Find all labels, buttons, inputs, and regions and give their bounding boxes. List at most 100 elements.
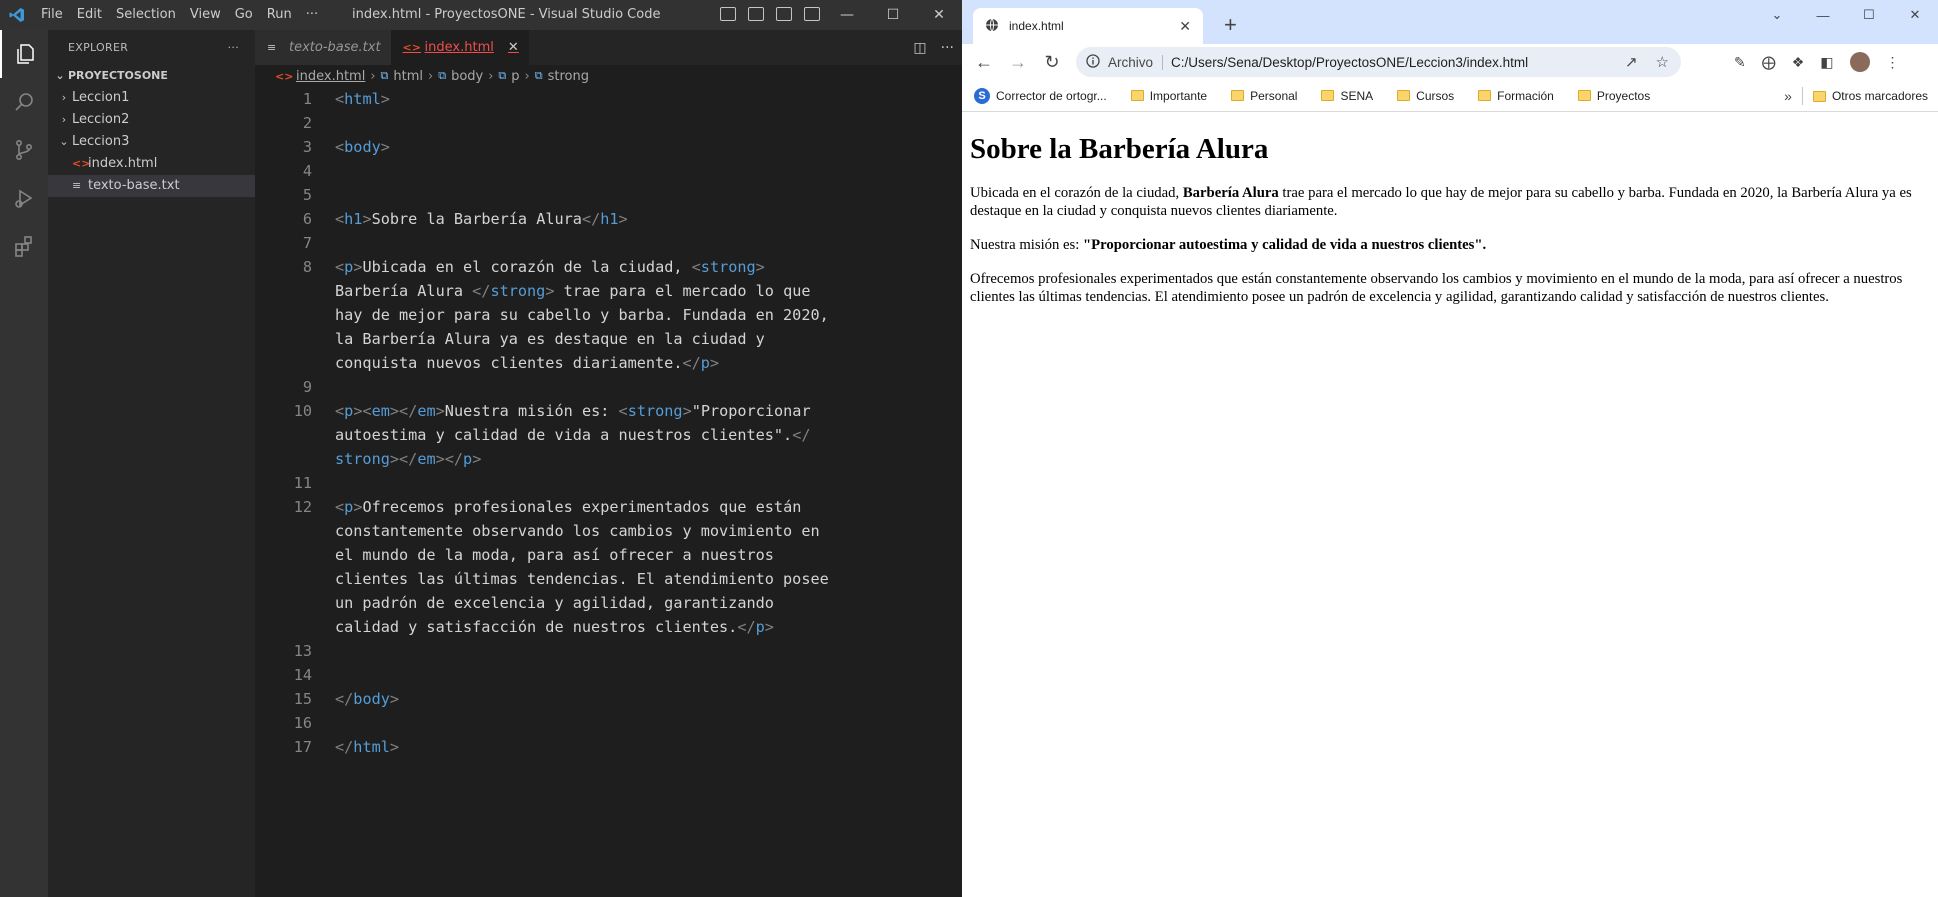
bookmark-folder-formacion[interactable]: Formación: [1478, 89, 1554, 103]
bookmark-label: Corrector de ortogr...: [996, 88, 1107, 103]
line-number: 8: [302, 258, 312, 276]
bookmark-folder-personal[interactable]: Personal: [1231, 89, 1297, 103]
chrome-menu-icon[interactable]: ⋮: [1886, 54, 1900, 71]
bookmark-folder-importante[interactable]: Importante: [1130, 89, 1207, 103]
eyedropper-extension-icon[interactable]: ✎: [1734, 54, 1746, 71]
bookmark-corrector[interactable]: S Corrector de ortogr...: [974, 87, 1107, 104]
html-file-icon: <>: [275, 69, 294, 83]
tree-folder-leccion3[interactable]: ⌄ Leccion3: [48, 131, 255, 153]
split-editor-icon[interactable]: ◫: [913, 40, 926, 56]
breadcrumb-item[interactable]: strong: [548, 69, 589, 84]
close-icon[interactable]: ✕: [1892, 0, 1938, 30]
folder-icon: [1478, 90, 1492, 101]
breadcrumb: <> index.html › ⧉ html › ⧉ body › ⧉ p › …: [255, 65, 962, 87]
share-icon[interactable]: ↗: [1625, 53, 1638, 71]
tree-item-label: texto-base.txt: [88, 178, 180, 193]
line-number: 4: [302, 162, 312, 180]
address-bar[interactable]: Archivo C:/Users/Sena/Desktop/ProyectosO…: [1076, 47, 1681, 77]
bookmark-label: Personal: [1250, 88, 1298, 103]
intro-text-start: Ubicada en el corazón de la ciudad,: [970, 185, 1183, 201]
line-number: 3: [302, 138, 312, 156]
bookmark-folder-otros[interactable]: Otros marcadores: [1812, 89, 1928, 103]
toggle-panel-icon[interactable]: [748, 7, 764, 21]
bookmark-folder-proyectos[interactable]: Proyectos: [1577, 89, 1650, 103]
chrome-toolbar: ← → ↻ Archivo C:/Users/Sena/Desktop/Proy…: [962, 44, 1938, 80]
browser-tab[interactable]: index.html ✕: [973, 8, 1203, 44]
mission-strong-text: "Proporcionar autoestima y calidad de vi…: [1083, 237, 1487, 253]
code-line: <body>: [335, 138, 390, 156]
bookmark-folder-sena[interactable]: SENA: [1321, 89, 1373, 103]
menu-view[interactable]: View: [183, 0, 228, 30]
more-actions-icon[interactable]: ···: [941, 40, 954, 56]
code-editor[interactable]: 1 2 3 4 5 6 7 8 9 10 11 12 13 14 15 16 17 <html> <body> <h…: [255, 87, 962, 897]
extension-toolbar: ✎ ⨁ ❖ ◧ ⋮: [1734, 52, 1900, 72]
forward-icon[interactable]: →: [1008, 52, 1028, 73]
tab-texto-base[interactable]: ≡ texto-base.txt: [255, 30, 391, 65]
side-panel-icon[interactable]: ◧: [1820, 54, 1833, 71]
maximize-icon[interactable]: ☐: [1846, 0, 1892, 30]
tab-search-icon[interactable]: ⌄: [1754, 0, 1800, 30]
run-debug-icon[interactable]: [0, 174, 48, 222]
reload-icon[interactable]: ↻: [1042, 52, 1062, 73]
line-number: 10: [293, 402, 312, 420]
tab-close-icon[interactable]: ✕: [508, 40, 519, 55]
page-content: Sobre la Barbería Alura Ubicada en el co…: [962, 112, 1938, 897]
folder-icon: [1577, 90, 1591, 101]
spelling-extension-icon: S: [974, 87, 990, 104]
tab-title: index.html: [1009, 19, 1064, 33]
vscode-window-title: index.html - ProyectosONE - Visual Studi…: [352, 7, 661, 22]
source-control-icon[interactable]: [0, 126, 48, 174]
workspace-root[interactable]: ⌄ PROYECTOSONE: [48, 65, 255, 87]
bookmark-folder-cursos[interactable]: Cursos: [1397, 89, 1454, 103]
tree-folder-leccion2[interactable]: › Leccion2: [48, 109, 255, 131]
menu-edit[interactable]: Edit: [70, 0, 109, 30]
close-icon[interactable]: ✕: [916, 0, 962, 30]
url-text[interactable]: C:/Users/Sena/Desktop/ProyectosONE/Lecci…: [1171, 55, 1528, 70]
profile-avatar[interactable]: [1849, 52, 1870, 72]
search-icon[interactable]: [0, 78, 48, 126]
customize-layout-icon[interactable]: [804, 7, 820, 21]
maximize-icon[interactable]: ☐: [870, 0, 916, 30]
breadcrumb-item[interactable]: body: [451, 69, 483, 84]
extensions-icon[interactable]: [0, 222, 48, 270]
file-scheme-label: Archivo: [1108, 54, 1164, 70]
chrome-window-controls: ⌄ — ☐ ✕: [1754, 0, 1938, 30]
minimize-icon[interactable]: —: [1800, 0, 1846, 30]
globe-icon: [985, 18, 999, 35]
tree-file-texto-base[interactable]: ≡ texto-base.txt: [48, 175, 255, 197]
menu-run[interactable]: Run: [260, 0, 299, 30]
chevron-down-icon: ⌄: [55, 69, 65, 82]
compass-extension-icon[interactable]: ⨁: [1762, 54, 1776, 71]
explorer-more-icon[interactable]: ···: [228, 41, 239, 54]
editor-tabs: ≡ texto-base.txt <> index.html ✕ ◫ ···: [255, 30, 962, 65]
html-file-icon: <>: [402, 41, 421, 54]
bookmark-star-icon[interactable]: ☆: [1656, 53, 1669, 71]
close-tab-icon[interactable]: ✕: [1179, 18, 1191, 35]
menu-selection[interactable]: Selection: [109, 0, 183, 30]
folder-icon: [1812, 90, 1826, 102]
new-tab-icon[interactable]: +: [1224, 12, 1237, 38]
toggle-sidebar-icon[interactable]: [720, 7, 736, 21]
menu-go[interactable]: Go: [228, 0, 260, 30]
code-line: <p><em></em>Nuestra misión es: <strong>"…: [335, 402, 811, 468]
extensions-puzzle-icon[interactable]: ❖: [1792, 54, 1805, 71]
tree-file-index-html[interactable]: <> index.html: [48, 153, 255, 175]
breadcrumb-separator-icon: ›: [524, 68, 530, 84]
tab-index-html[interactable]: <> index.html ✕: [390, 30, 529, 65]
menu-more[interactable]: ···: [299, 0, 325, 30]
toggle-secondary-sidebar-icon[interactable]: [776, 7, 792, 21]
back-icon[interactable]: ←: [974, 52, 994, 73]
tab-label: index.html: [424, 40, 494, 55]
tree-folder-leccion1[interactable]: › Leccion1: [48, 87, 255, 109]
minimize-icon[interactable]: —: [824, 0, 870, 30]
breadcrumb-item[interactable]: index.html: [296, 69, 365, 84]
menu-file[interactable]: File: [34, 0, 70, 30]
bookmark-label: Cursos: [1416, 88, 1455, 103]
code-line: <p>Ubicada en el corazón de la ciudad, <…: [335, 258, 829, 372]
explorer-icon[interactable]: [0, 30, 48, 78]
layout-controls: [720, 7, 820, 21]
breadcrumb-item[interactable]: p: [511, 69, 519, 84]
info-icon[interactable]: [1086, 53, 1100, 71]
more-bookmarks-icon[interactable]: »: [1784, 88, 1792, 104]
breadcrumb-item[interactable]: html: [393, 69, 423, 84]
